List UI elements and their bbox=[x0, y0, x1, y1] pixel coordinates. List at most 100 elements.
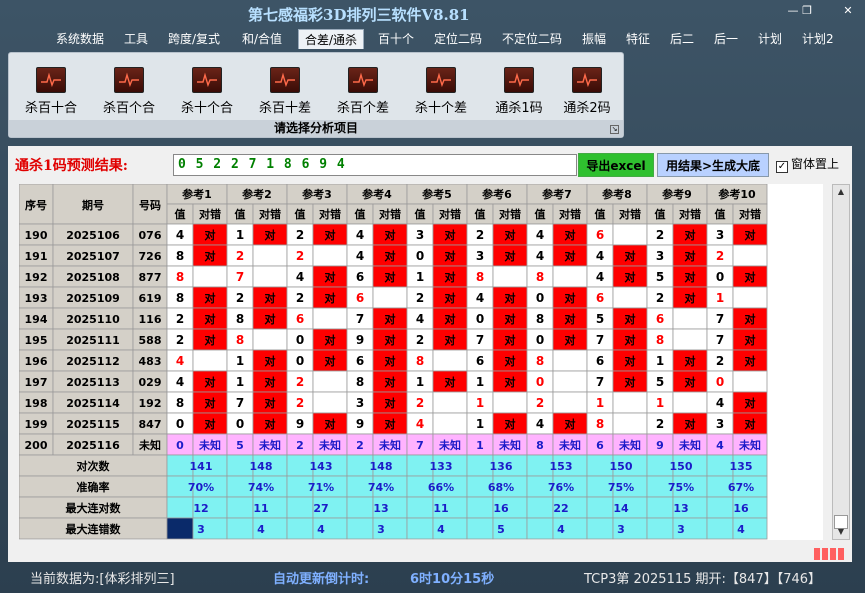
summary-value: 4 bbox=[557, 523, 565, 536]
status-indicator bbox=[814, 545, 848, 560]
value-text: 2 bbox=[296, 291, 304, 305]
value-text: 8 bbox=[476, 270, 484, 284]
value-text: 8 bbox=[236, 312, 244, 326]
value-text: 0 bbox=[476, 312, 484, 326]
result-text: 对 bbox=[745, 312, 756, 326]
ribbon-label: 杀十个差 bbox=[414, 101, 467, 116]
menu-sum-value[interactable]: 和/合值 bbox=[236, 29, 288, 49]
chart-icon bbox=[36, 67, 66, 93]
close-button[interactable]: ✕ bbox=[837, 3, 859, 19]
menu-last-one[interactable]: 后一 bbox=[708, 29, 744, 49]
value-text: 0 bbox=[176, 417, 184, 431]
result-cell bbox=[612, 286, 648, 309]
value-text: 2 bbox=[236, 291, 244, 305]
result-text: 对 bbox=[565, 333, 576, 347]
value-text: 3 bbox=[356, 396, 364, 410]
value-text: 1 bbox=[596, 396, 604, 410]
menu-tools[interactable]: 工具 bbox=[118, 29, 154, 49]
summary-cell bbox=[406, 517, 434, 540]
row-seq: 190 bbox=[25, 229, 48, 242]
value-text: 2 bbox=[296, 396, 304, 410]
chart-icon bbox=[192, 67, 222, 93]
menu-last-two[interactable]: 后二 bbox=[664, 29, 700, 49]
value-text: 2 bbox=[176, 312, 184, 326]
menu-sum-diff-kill[interactable]: 合差/通杀 bbox=[298, 29, 365, 49]
menu-span-compound[interactable]: 跨度/复式 bbox=[162, 29, 226, 49]
result-cell bbox=[312, 244, 348, 267]
value-text: 6 bbox=[356, 291, 364, 305]
ribbon-kill-one-code-button[interactable]: 通杀1码 bbox=[483, 67, 555, 121]
ribbon-kill-bt-sum-button[interactable]: 杀百十合 bbox=[15, 67, 87, 121]
ribbon-kill-two-code-button[interactable]: 通杀2码 bbox=[551, 67, 623, 121]
value-text: 1 bbox=[476, 375, 484, 389]
header-val: 值 bbox=[715, 207, 726, 221]
result-text: 对 bbox=[265, 228, 276, 242]
ribbon-kill-tu-diff-button[interactable]: 杀十个差 bbox=[405, 67, 477, 121]
chart-icon bbox=[426, 67, 456, 93]
ribbon-kill-bu-diff-button[interactable]: 杀百个差 bbox=[327, 67, 399, 121]
value-text: 5 bbox=[656, 375, 664, 389]
summary-value: 11 bbox=[433, 502, 448, 515]
result-text: 对 bbox=[385, 333, 396, 347]
summary-value: 12 bbox=[193, 502, 208, 515]
restore-button[interactable]: ❐ bbox=[796, 3, 818, 19]
result-text: 对 bbox=[205, 312, 216, 326]
menu-hundreds-tens-units[interactable]: 百十个 bbox=[372, 29, 420, 49]
menu-feature[interactable]: 特征 bbox=[620, 29, 656, 49]
result-cell bbox=[612, 223, 648, 246]
row-seq: 191 bbox=[25, 250, 48, 263]
export-excel-button[interactable]: 导出excel bbox=[578, 153, 654, 177]
ribbon-kill-bu-sum-button[interactable]: 杀百个合 bbox=[93, 67, 165, 121]
generate-base-button[interactable]: 用结果>生成大底 bbox=[657, 153, 769, 177]
selected-cell[interactable] bbox=[166, 517, 194, 540]
result-text: 对 bbox=[265, 375, 276, 389]
result-text: 未知 bbox=[498, 438, 521, 452]
summary-value: 70% bbox=[188, 481, 214, 494]
row-seq: 199 bbox=[25, 418, 48, 431]
summary-value: 3 bbox=[677, 523, 685, 536]
menu-system-data[interactable]: 系统数据 bbox=[50, 29, 110, 49]
value-text: 0 bbox=[176, 439, 184, 452]
summary-cell bbox=[586, 496, 614, 519]
menu-plan[interactable]: 计划 bbox=[752, 29, 788, 49]
result-text: 对 bbox=[685, 249, 696, 263]
value-text: 6 bbox=[596, 291, 604, 305]
ribbon-kill-bt-diff-button[interactable]: 杀百十差 bbox=[249, 67, 321, 121]
menu-amplitude[interactable]: 振幅 bbox=[576, 29, 612, 49]
result-cell bbox=[312, 391, 348, 414]
menu-non-position-two[interactable]: 不定位二码 bbox=[496, 29, 568, 49]
scroll-down-icon[interactable]: ▼ bbox=[833, 525, 849, 539]
menu-plan-2[interactable]: 计划2 bbox=[796, 29, 840, 49]
result-text: 对 bbox=[445, 375, 456, 389]
row-code: 619 bbox=[139, 292, 162, 305]
row-code: 076 bbox=[139, 229, 162, 242]
value-text: 0 bbox=[716, 270, 724, 284]
scroll-up-icon[interactable]: ▲ bbox=[833, 185, 849, 199]
result-cell bbox=[492, 265, 528, 288]
result-text: 对 bbox=[745, 396, 756, 410]
result-text: 未知 bbox=[258, 438, 281, 452]
value-text: 2 bbox=[536, 396, 544, 410]
value-text: 4 bbox=[416, 417, 424, 431]
value-text: 1 bbox=[656, 396, 664, 410]
pin-window-toggle[interactable]: ✓ 窗体置上 bbox=[776, 155, 839, 173]
summary-value: 75% bbox=[668, 481, 694, 494]
pin-checkbox[interactable]: ✓ bbox=[776, 161, 788, 173]
header-ok: 对错 bbox=[619, 207, 641, 221]
result-text: 对 bbox=[205, 417, 216, 431]
summary-value: 141 bbox=[190, 460, 213, 473]
header-group: 参考5 bbox=[422, 187, 452, 201]
vertical-scrollbar[interactable]: ▲ ▼ bbox=[832, 184, 850, 540]
ribbon-kill-tu-sum-button[interactable]: 杀十个合 bbox=[171, 67, 243, 121]
result-text: 对 bbox=[565, 228, 576, 242]
result-cell bbox=[252, 328, 288, 351]
summary-cell bbox=[466, 517, 494, 540]
value-text: 4 bbox=[296, 270, 304, 284]
menu-position-two[interactable]: 定位二码 bbox=[428, 29, 488, 49]
prediction-result-field[interactable]: 0 5 2 2 7 1 8 6 9 4 bbox=[173, 154, 577, 176]
value-text: 2 bbox=[716, 354, 724, 368]
summary-cell bbox=[586, 517, 614, 540]
result-cell bbox=[612, 412, 648, 435]
value-text: 7 bbox=[596, 375, 604, 389]
expand-icon[interactable]: ↘ bbox=[610, 125, 619, 134]
